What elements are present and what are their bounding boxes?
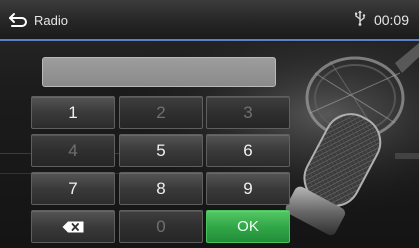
key-label: 8 [156,178,166,198]
key-label: 5 [156,140,166,160]
ok-label: OK [237,218,259,235]
key-label: 2 [156,102,166,122]
back-arrow-icon [8,12,28,28]
usb-icon [354,10,366,29]
key-5[interactable]: 5 [119,134,203,167]
numeric-keypad: 1 2 3 4 5 6 7 8 9 0 OK [31,96,290,243]
back-button[interactable]: Radio [8,7,94,33]
page-title: Radio [34,12,68,28]
key-label: 7 [68,178,78,198]
key-3[interactable]: 3 [206,96,290,129]
key-label: 0 [156,216,166,236]
key-4[interactable]: 4 [31,134,115,167]
key-2[interactable]: 2 [119,96,203,129]
status-area: 00:09 [354,10,409,29]
radio-frequency-entry-screen: Radio 00:09 1 2 3 4 5 6 7 8 9 0 OK [0,0,419,248]
key-8[interactable]: 8 [119,172,203,205]
title-bar: Radio 00:09 [0,0,419,41]
key-label: 3 [243,102,253,122]
key-label: 1 [68,102,78,122]
key-6[interactable]: 6 [206,134,290,167]
key-label: 4 [68,140,78,160]
key-1[interactable]: 1 [31,96,115,129]
backspace-icon [62,221,84,233]
key-0[interactable]: 0 [119,210,203,243]
ok-button[interactable]: OK [206,210,290,243]
frequency-entry-display [42,57,276,87]
clock: 00:09 [373,11,409,28]
key-label: 9 [243,178,253,198]
key-label: 6 [243,140,253,160]
backspace-button[interactable] [31,210,115,243]
key-7[interactable]: 7 [31,172,115,205]
key-9[interactable]: 9 [206,172,290,205]
